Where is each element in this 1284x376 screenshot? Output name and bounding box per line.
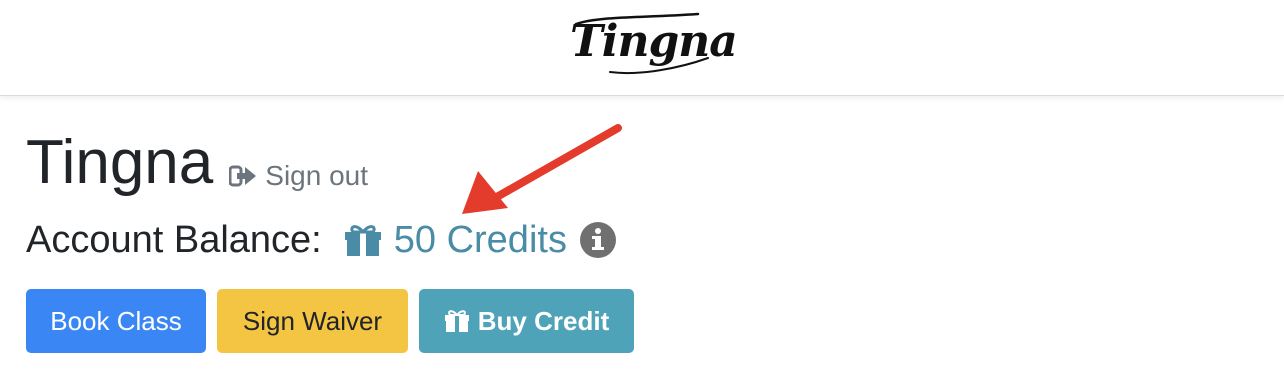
balance-label: Account Balance: xyxy=(26,218,322,261)
gift-icon xyxy=(344,223,382,257)
credits-balance: 50 Credits xyxy=(344,219,567,262)
info-circle-icon[interactable] xyxy=(579,221,617,259)
sign-out-link[interactable]: Sign out xyxy=(229,160,368,192)
gift-icon xyxy=(444,309,470,333)
account-balance: Account Balance: 50 Credits xyxy=(26,216,617,264)
logo-wordmark: Tingna xyxy=(570,16,738,67)
buy-credit-button[interactable]: Buy Credit xyxy=(419,289,634,353)
action-buttons: Book Class Sign Waiver Buy Credit xyxy=(26,289,645,353)
brand-logo[interactable]: Tingna xyxy=(570,10,738,85)
profile-header: Tingna Sign out xyxy=(26,128,368,198)
book-class-button[interactable]: Book Class xyxy=(26,289,206,353)
credits-text: 50 Credits xyxy=(393,218,567,261)
sign-out-icon xyxy=(229,164,257,188)
user-name: Tingna xyxy=(26,128,214,197)
sign-out-label: Sign out xyxy=(265,160,369,191)
buy-credit-label: Buy Credit xyxy=(477,305,610,336)
sign-waiver-button[interactable]: Sign Waiver xyxy=(217,289,408,353)
top-navbar: Tingna xyxy=(0,0,1284,96)
